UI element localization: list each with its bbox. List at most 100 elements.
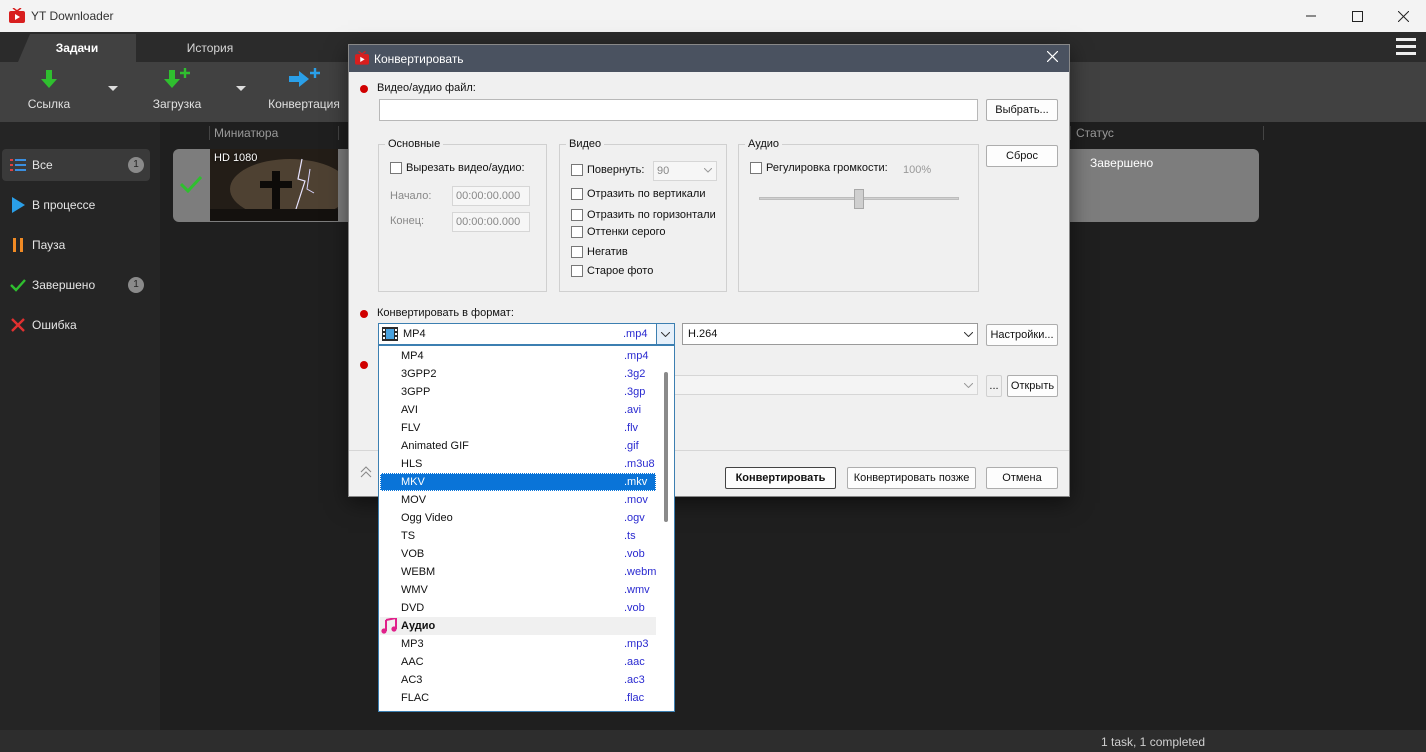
window-titlebar: YT Downloader <box>0 0 1426 32</box>
convert-button[interactable]: Конвертация <box>268 68 340 111</box>
dropdown-option[interactable]: FLAC .flac <box>380 689 656 707</box>
reset-button[interactable]: Сброс <box>986 145 1058 167</box>
checkbox-box[interactable] <box>571 188 583 200</box>
dropdown-option-ext: .vob <box>624 602 645 614</box>
menu-hamburger-icon[interactable] <box>1396 38 1416 56</box>
sidebar-item-all[interactable]: Все 1 <box>2 149 150 181</box>
checkbox-box[interactable] <box>750 162 762 174</box>
open-folder-button[interactable]: Открыть <box>1007 375 1058 397</box>
dropdown-option[interactable]: WMV .wmv <box>380 581 656 599</box>
close-button[interactable] <box>1380 0 1426 32</box>
checkbox-box[interactable] <box>571 246 583 258</box>
download-dropdown-caret[interactable] <box>236 86 246 91</box>
sidebar-item-completed[interactable]: Завершено 1 <box>2 269 150 301</box>
dropdown-option[interactable]: AAC .aac <box>380 653 656 671</box>
rotate-select[interactable]: 90 <box>653 161 717 181</box>
convert-later-button[interactable]: Конвертировать позже <box>847 467 976 489</box>
checkbox-box[interactable] <box>571 226 583 238</box>
dialog-title: Конвертировать <box>374 52 464 66</box>
codec-settings-button[interactable]: Настройки... <box>986 324 1058 346</box>
convert-now-button[interactable]: Конвертировать <box>725 467 836 489</box>
dropdown-option[interactable]: MP3 .mp3 <box>380 635 656 653</box>
dropdown-option[interactable]: HLS .m3u8 <box>380 455 656 473</box>
dropdown-option-ext: .mov <box>624 494 648 506</box>
codec-select[interactable]: H.264 <box>682 323 978 345</box>
link-dropdown-caret[interactable] <box>108 86 118 91</box>
dropdown-option[interactable]: Ogg Video .ogv <box>380 509 656 527</box>
cut-checkbox[interactable]: Вырезать видео/аудио: <box>390 162 525 174</box>
dropdown-option[interactable]: MKV .mkv <box>380 473 656 491</box>
dropdown-option[interactable]: AC3 .ac3 <box>380 671 656 689</box>
output-folder-select[interactable] <box>669 375 978 395</box>
dialog-close-button[interactable] <box>1043 49 1061 67</box>
dropdown-option-name: WMV <box>401 584 428 596</box>
old-photo-checkbox[interactable]: Старое фото <box>571 265 653 277</box>
dropdown-option[interactable]: AVI .avi <box>380 401 656 419</box>
browse-output-button[interactable]: ... <box>986 375 1002 397</box>
grayscale-checkbox[interactable]: Оттенки серого <box>571 226 665 238</box>
checkbox-box[interactable] <box>571 164 583 176</box>
collapse-chevrons-icon[interactable] <box>360 466 372 478</box>
column-separator <box>1263 126 1264 140</box>
sidebar-item-label: Пауза <box>32 238 66 252</box>
dropdown-option-ext: .mkv <box>624 476 648 488</box>
check-icon <box>10 277 26 293</box>
tab-history[interactable]: История <box>148 34 272 62</box>
dropdown-option[interactable]: Animated GIF .gif <box>380 437 656 455</box>
column-header-status[interactable]: Статус <box>1076 122 1114 144</box>
dropdown-option-name: DVD <box>401 602 425 614</box>
start-time-field[interactable]: 00:00:00.000 <box>452 186 530 206</box>
dropdown-option-ext: .m3u8 <box>624 458 655 470</box>
chevron-down-icon <box>661 331 670 337</box>
flip-vertical-label: Отразить по вертикали <box>587 188 706 200</box>
download-button[interactable]: Загрузка <box>150 68 204 111</box>
column-header-thumbnail[interactable]: Миниатюра <box>214 122 278 144</box>
statusbar: 1 task, 1 completed <box>0 730 1426 752</box>
dropdown-option[interactable]: WEBM .webm <box>380 563 656 581</box>
checkbox-box[interactable] <box>571 265 583 277</box>
dropdown-option-name: HLS <box>401 458 423 470</box>
dropdown-option[interactable]: VOB .vob <box>380 545 656 563</box>
negative-label: Негатив <box>587 246 628 258</box>
volume-checkbox[interactable]: Регулировка громкости: <box>750 162 888 174</box>
rotate-checkbox[interactable]: Повернуть: <box>571 164 644 176</box>
convert-plus-icon <box>289 68 320 87</box>
dropdown-option[interactable]: MOV .mov <box>380 491 656 509</box>
checkbox-box[interactable] <box>390 162 402 174</box>
dropdown-option[interactable]: 3GPP .3gp <box>380 383 656 401</box>
required-dot <box>360 85 368 93</box>
link-button[interactable]: Ссылка <box>22 68 76 111</box>
dropdown-option[interactable]: TS .ts <box>380 527 656 545</box>
basic-group: Основные Вырезать видео/аудио: Начало: 0… <box>378 138 547 292</box>
audio-group: Аудио Регулировка громкости: 100% <box>738 138 979 292</box>
dropdown-option[interactable]: FLV .flv <box>380 419 656 437</box>
dropdown-option[interactable]: 3GPP2 .3g2 <box>380 365 656 383</box>
flip-horizontal-checkbox[interactable]: Отразить по горизонтали <box>571 209 716 221</box>
file-input[interactable] <box>379 99 978 121</box>
cancel-button[interactable]: Отмена <box>986 467 1058 489</box>
codec-dropdown-button[interactable] <box>959 324 977 344</box>
music-note-icon <box>381 618 397 634</box>
checkbox-box[interactable] <box>571 209 583 221</box>
dropdown-option[interactable]: MP4 .mp4 <box>380 347 656 365</box>
volume-slider-thumb[interactable] <box>854 189 864 209</box>
choose-file-button[interactable]: Выбрать... <box>986 99 1058 121</box>
dropdown-option-name: MP3 <box>401 638 424 650</box>
sidebar-item-paused[interactable]: Пауза <box>2 229 150 261</box>
video-group-title: Видео <box>566 138 605 150</box>
sidebar-item-error[interactable]: Ошибка <box>2 309 150 341</box>
close-icon <box>1397 10 1409 22</box>
pause-icon <box>10 237 26 253</box>
end-time-field[interactable]: 00:00:00.000 <box>452 212 530 232</box>
sidebar-item-in-progress[interactable]: В процессе <box>2 189 150 221</box>
dropdown-scrollbar[interactable] <box>664 372 668 522</box>
dropdown-option-ext: .webm <box>624 566 657 578</box>
format-select[interactable]: MP4 .mp4 <box>378 323 675 345</box>
negative-checkbox[interactable]: Негатив <box>571 246 628 258</box>
minimize-button[interactable] <box>1288 0 1334 32</box>
maximize-button[interactable] <box>1334 0 1380 32</box>
dropdown-option[interactable]: DVD .vob <box>380 599 656 617</box>
format-dropdown-button[interactable] <box>656 324 674 344</box>
flip-vertical-checkbox[interactable]: Отразить по вертикали <box>571 188 705 200</box>
tab-tasks[interactable]: Задачи <box>18 34 136 62</box>
